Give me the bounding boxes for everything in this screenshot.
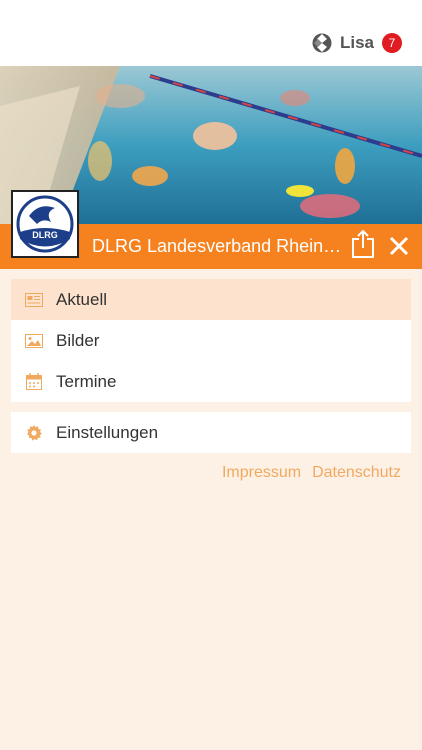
menu-label-bilder: Bilder (56, 330, 100, 350)
main-menu: Aktuell Bilder Termine (11, 279, 411, 402)
menu-item-aktuell[interactable]: Aktuell (11, 279, 411, 320)
footer-links: Impressum Datenschutz (222, 464, 401, 482)
image-icon (25, 332, 43, 350)
organization-title: DLRG Landesverband Rheinland-Pfalz e.V. (92, 236, 342, 256)
organization-logo: DLRG (11, 190, 79, 258)
user-name: Lisa (339, 33, 374, 52)
menu-label-aktuell: Aktuell (56, 289, 108, 309)
close-icon[interactable] (386, 233, 412, 259)
share-icon[interactable] (350, 229, 376, 259)
menu-item-bilder[interactable]: Bilder (11, 320, 411, 361)
dlrg-logo-icon: DLRG (16, 195, 74, 253)
top-bar: Lisa 7 (0, 0, 422, 66)
impressum-link[interactable]: Impressum (222, 464, 301, 482)
menu-label-termine: Termine (56, 371, 117, 391)
menu-label-einstellungen: Einstellungen (56, 422, 159, 442)
gear-icon (25, 424, 43, 442)
newspaper-icon (25, 291, 43, 309)
user-account[interactable]: Lisa 7 (312, 33, 402, 53)
app-logo-icon (312, 33, 332, 53)
menu-item-einstellungen[interactable]: Einstellungen (11, 412, 411, 453)
logo-text: DLRG (32, 230, 58, 240)
menu-item-termine[interactable]: Termine (11, 361, 411, 402)
settings-menu: Einstellungen (11, 412, 411, 453)
calendar-icon (25, 373, 43, 391)
datenschutz-link[interactable]: Datenschutz (312, 464, 401, 482)
notification-badge: 7 (382, 33, 402, 53)
